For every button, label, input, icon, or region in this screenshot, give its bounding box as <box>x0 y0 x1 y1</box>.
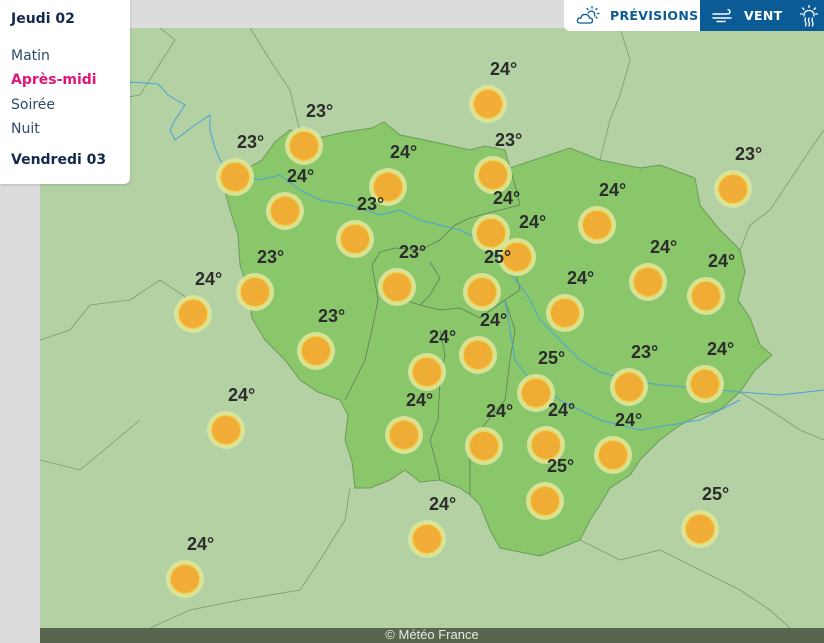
sun-icon <box>681 510 719 548</box>
period-apres-midi[interactable]: Après-midi <box>11 72 97 88</box>
temperature-label: 23° <box>399 242 427 262</box>
temperature-label: 24° <box>493 188 521 208</box>
temperature-label: 23° <box>237 132 265 152</box>
tab-previsions-label: PRÉVISIONS <box>610 8 699 23</box>
temperature-label: 24° <box>708 251 736 271</box>
sun-icon <box>686 365 724 403</box>
temperature-label: 24° <box>187 534 215 554</box>
sun-icon <box>336 220 374 258</box>
period-panel: Jeudi 02 Matin Après-midi Soirée Nuit Ve… <box>0 0 130 184</box>
temperature-label: 23° <box>495 130 523 150</box>
sun-icon <box>714 170 752 208</box>
sun-icon <box>378 268 416 306</box>
cloud-sun-icon <box>576 5 600 24</box>
temperature-label: 24° <box>707 339 735 359</box>
temperature-label: 24° <box>480 310 508 330</box>
temperature-label: 25° <box>702 484 730 504</box>
temperature-label: 24° <box>599 180 627 200</box>
temperature-label: 24° <box>519 212 547 232</box>
temperature-label: 24° <box>548 400 576 420</box>
temperature-label: 24° <box>195 269 223 289</box>
day-thursday[interactable]: Jeudi 02 <box>11 11 75 27</box>
day-friday[interactable]: Vendredi 03 <box>11 152 106 168</box>
temperature-label: 23° <box>306 101 334 121</box>
sun-icon <box>459 336 497 374</box>
temperature-label: 23° <box>631 342 659 362</box>
sun-icon <box>385 416 423 454</box>
sun-icon <box>687 277 725 315</box>
sun-icon <box>297 332 335 370</box>
temperature-label: 25° <box>484 247 512 267</box>
temperature-label: 24° <box>650 237 678 257</box>
tab-canicule[interactable] <box>796 0 824 31</box>
weather-map[interactable]: 24° 23° 23° 24° 24° 23° 23° 23° 24° 24° 24° 23° 23° 2… <box>40 28 824 628</box>
temperature-label: 23° <box>257 247 285 267</box>
temperature-label: 24° <box>490 59 518 79</box>
period-soiree[interactable]: Soirée <box>11 97 55 113</box>
sun-icon <box>285 127 323 165</box>
tab-previsions[interactable]: PRÉVISIONS <box>564 0 700 31</box>
sun-icon <box>469 85 507 123</box>
sun-icon <box>526 482 564 520</box>
temperature-label: 24° <box>390 142 418 162</box>
wind-icon <box>712 8 732 22</box>
temperature-label: 24° <box>615 410 643 430</box>
map-footer: © Météo France <box>40 628 824 643</box>
sun-icon <box>216 158 254 196</box>
heat-sun-icon <box>800 4 818 27</box>
temperature-label: 24° <box>429 327 457 347</box>
sun-icon <box>408 520 446 558</box>
map-tabs: PRÉVISIONS VENT <box>564 0 824 31</box>
sun-icon <box>463 273 501 311</box>
sun-icon <box>465 427 503 465</box>
temperature-label: 25° <box>547 456 575 476</box>
temperature-label: 23° <box>735 144 763 164</box>
period-matin[interactable]: Matin <box>11 48 50 64</box>
sun-icon <box>610 368 648 406</box>
temperature-label: 24° <box>228 385 256 405</box>
sun-icon <box>236 273 274 311</box>
sun-icon <box>174 295 212 333</box>
sun-icon <box>629 263 667 301</box>
copyright-text: © Météo France <box>385 627 479 642</box>
sun-icon <box>578 206 616 244</box>
sun-icon <box>546 294 584 332</box>
sun-icon <box>266 192 304 230</box>
temperature-label: 25° <box>538 348 566 368</box>
sun-icon <box>207 411 245 449</box>
temperature-label: 23° <box>357 194 385 214</box>
period-nuit[interactable]: Nuit <box>11 121 40 137</box>
temperature-label: 24° <box>406 390 434 410</box>
temperature-label: 24° <box>287 166 315 186</box>
tab-vent[interactable]: VENT <box>700 0 796 31</box>
temperature-label: 24° <box>429 494 457 514</box>
sun-icon <box>408 353 446 391</box>
temperature-label: 24° <box>486 401 514 421</box>
temperature-label: 24° <box>567 268 595 288</box>
tab-vent-label: VENT <box>744 8 783 23</box>
temperature-label: 23° <box>318 306 346 326</box>
sun-icon <box>594 436 632 474</box>
sun-icon <box>166 560 204 598</box>
